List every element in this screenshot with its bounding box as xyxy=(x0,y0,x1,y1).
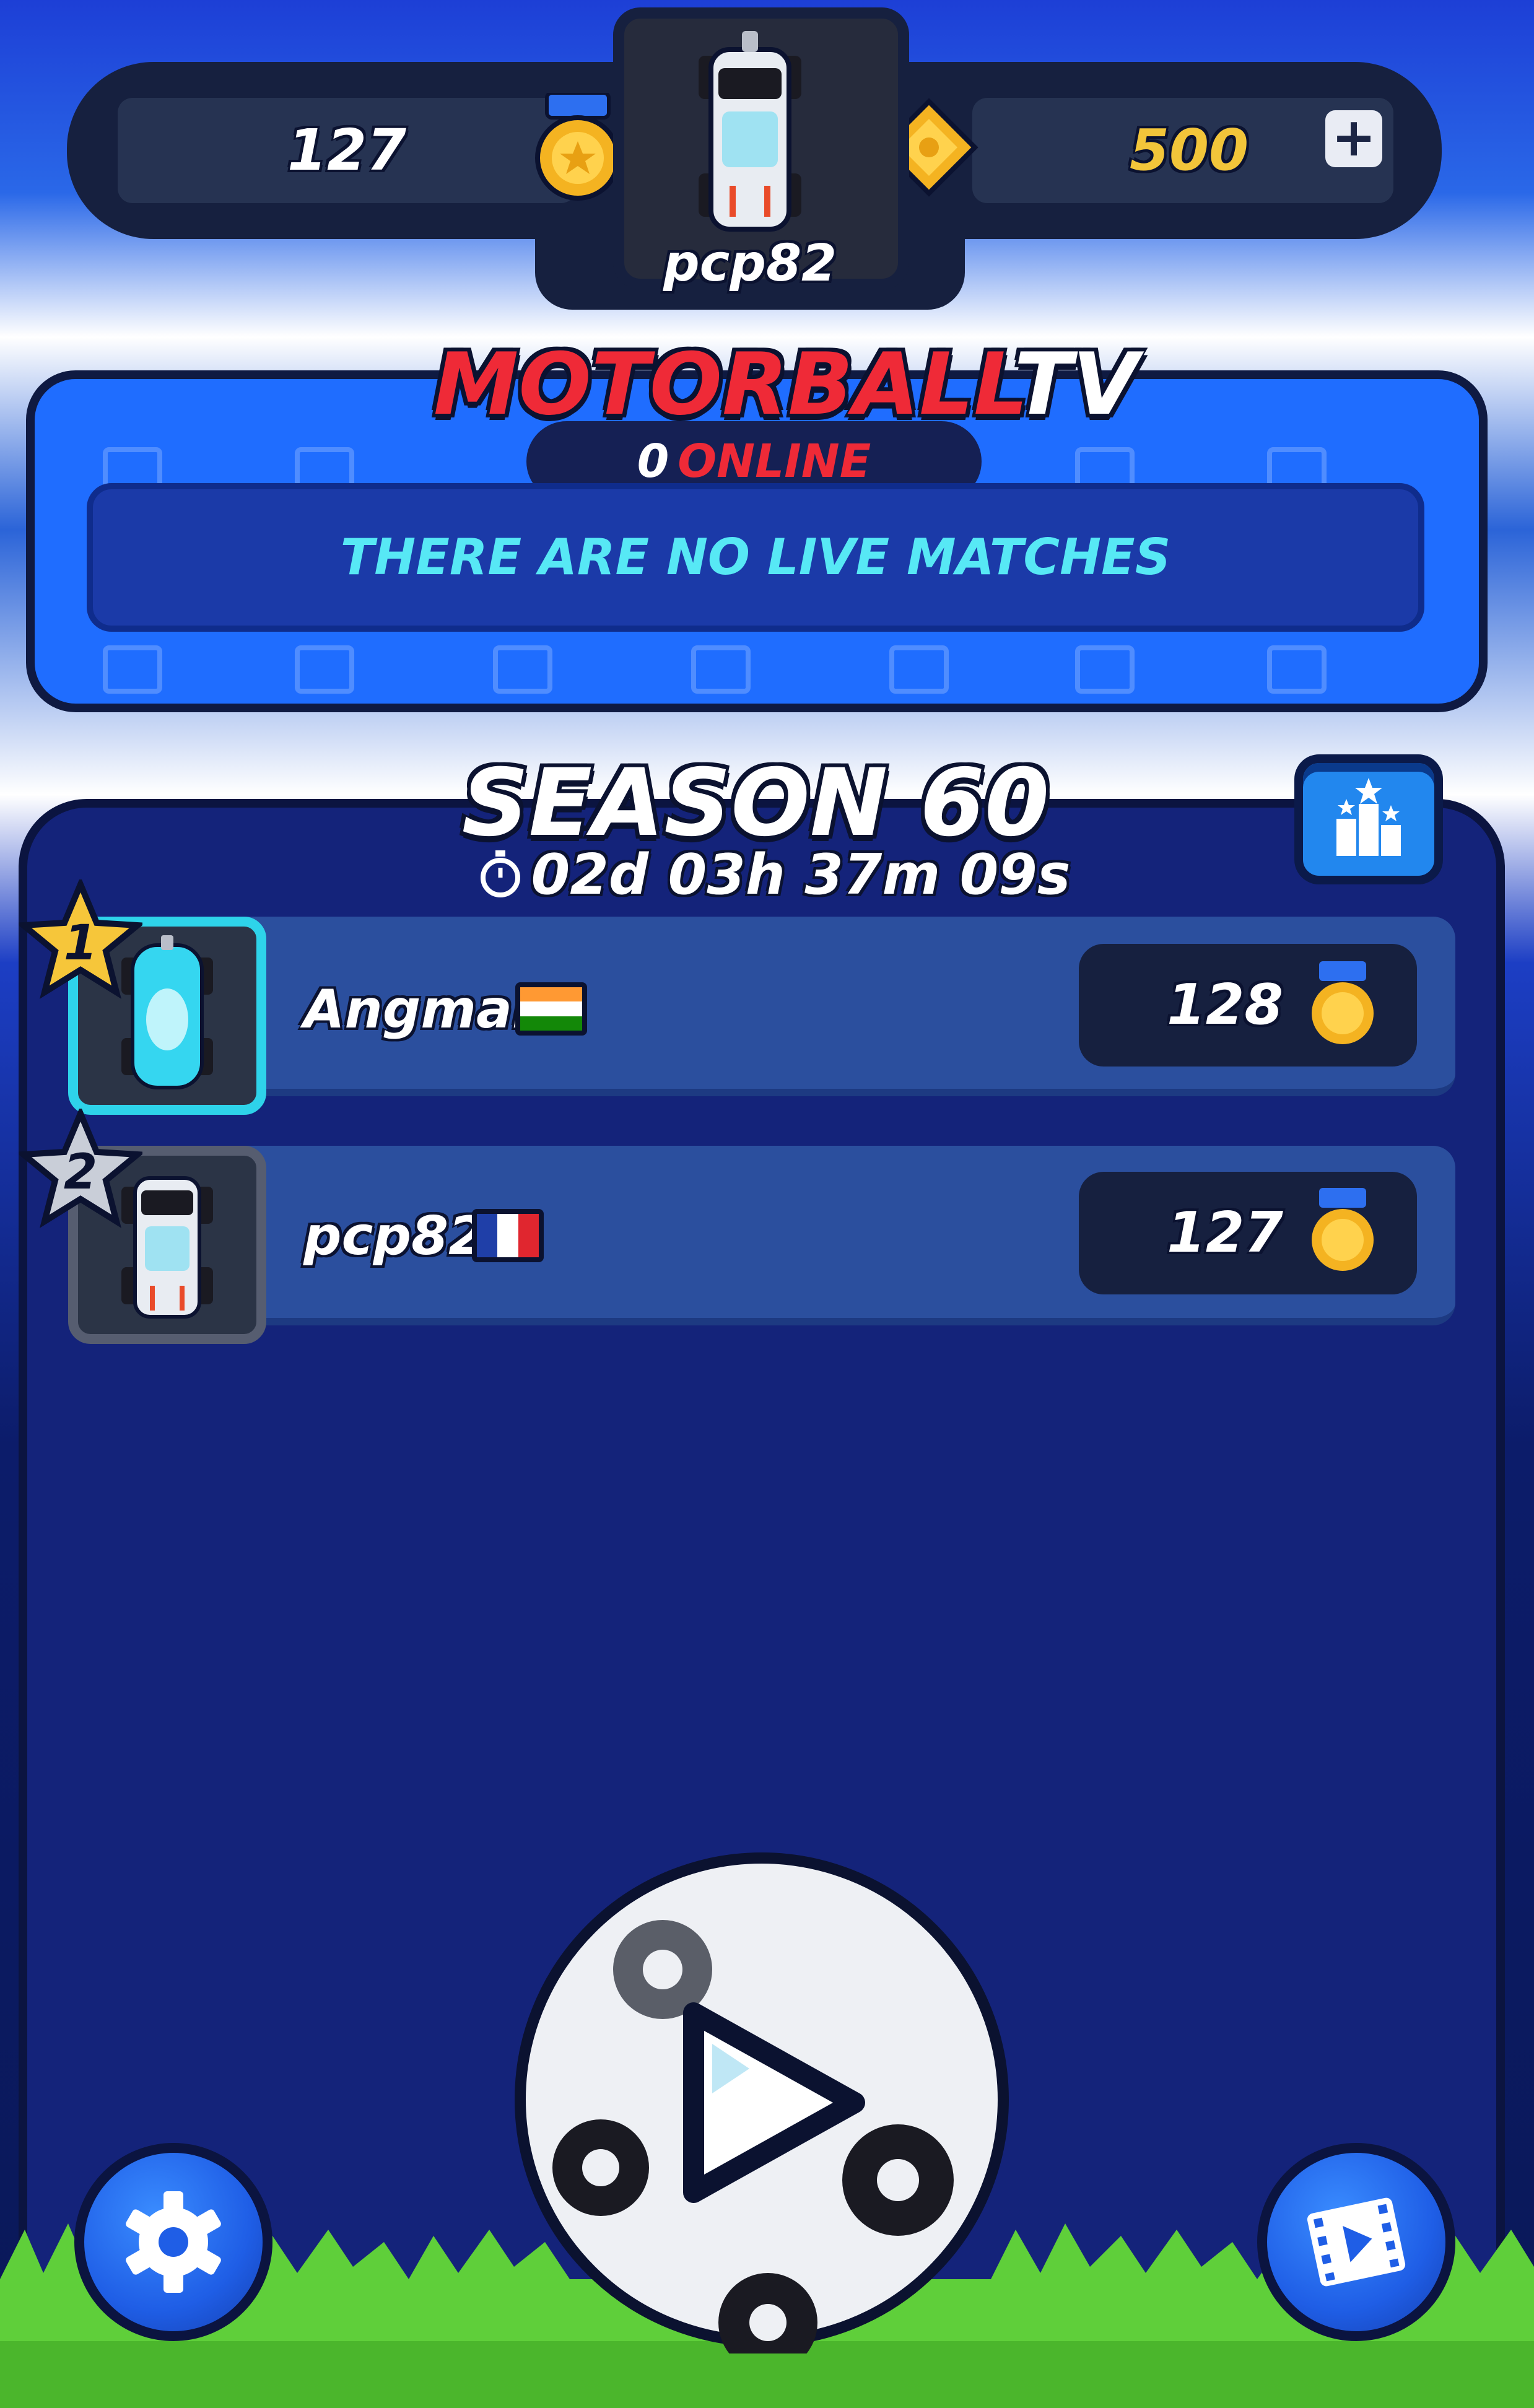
tv-title: MOTORBALLTV xyxy=(434,334,1138,434)
season-timer: 02d 03h 37m 09s xyxy=(434,842,1115,907)
play-ball-icon xyxy=(515,1852,1009,2372)
rank-number: 2 xyxy=(63,1145,98,1200)
leaderboard-player-name: pcp82 xyxy=(303,1205,486,1267)
car-icon xyxy=(699,31,801,232)
medal-icon xyxy=(1312,1188,1374,1271)
film-icon xyxy=(1307,2197,1406,2287)
tv-pattern-icon xyxy=(691,645,751,694)
settings-button[interactable] xyxy=(74,2143,272,2341)
stopwatch-icon xyxy=(480,850,520,897)
leaderboard-score: 128 xyxy=(1167,972,1283,1037)
videos-button[interactable] xyxy=(1257,2143,1455,2341)
online-label: ONLINE xyxy=(678,435,871,488)
rank-number-holder: 1 xyxy=(19,879,142,1003)
tv-pattern-icon xyxy=(103,645,162,694)
add-coins-button[interactable]: + xyxy=(1325,110,1382,167)
tv-pattern-icon xyxy=(889,645,949,694)
coin-count: 500 xyxy=(1129,117,1249,183)
medal-icon xyxy=(1312,961,1374,1044)
tv-pattern-icon xyxy=(493,645,552,694)
tv-title-motorball: MOTORBALL xyxy=(434,334,1014,434)
france-flag-icon xyxy=(472,1209,544,1262)
online-count: 0 xyxy=(637,435,669,488)
india-flag-icon xyxy=(515,982,587,1036)
trophy-count: 127 xyxy=(287,117,407,183)
season-title: SEASON 60 xyxy=(461,749,1050,857)
medal-icon xyxy=(535,93,621,201)
rank-number-holder: 2 xyxy=(19,1109,142,1232)
tv-pattern-icon xyxy=(1075,645,1135,694)
leaderboard-score: 127 xyxy=(1167,1200,1283,1265)
rank-number: 1 xyxy=(63,915,98,971)
no-live-matches-text: THERE ARE NO LIVE MATCHES xyxy=(340,528,1171,586)
play-button[interactable] xyxy=(508,1846,1016,2372)
gear-icon xyxy=(126,2191,221,2293)
podium-icon xyxy=(1336,778,1401,856)
leaderboard-button[interactable] xyxy=(1294,754,1443,884)
tv-title-tv: TV xyxy=(1014,334,1139,434)
tv-pattern-icon xyxy=(295,645,354,694)
player-name: pcp82 xyxy=(663,234,837,293)
leaderboard-player-name: Angmar xyxy=(303,979,539,1040)
tv-pattern-icon xyxy=(1267,645,1327,694)
season-timer-text: 02d 03h 37m 09s xyxy=(531,842,1071,907)
